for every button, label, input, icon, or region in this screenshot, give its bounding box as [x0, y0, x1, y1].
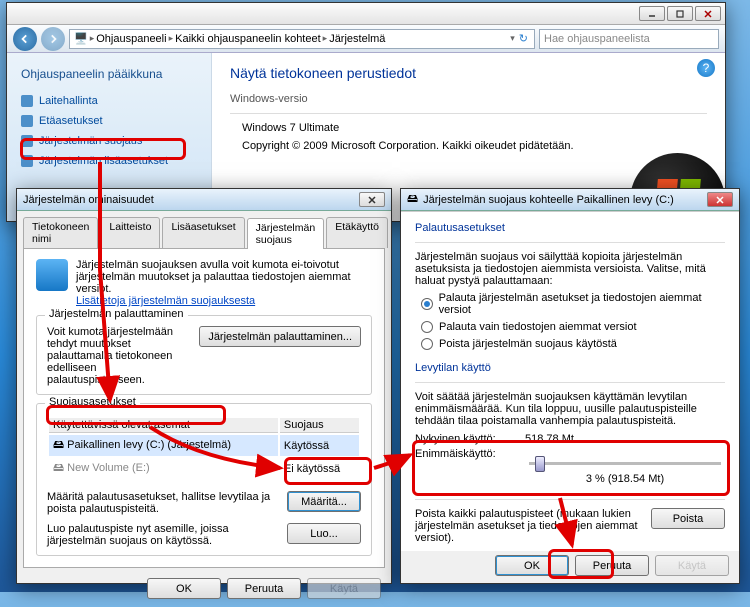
cancel-button[interactable]: Peruuta	[575, 555, 649, 576]
close-button[interactable]	[707, 192, 733, 207]
restore-icon	[36, 259, 68, 291]
dialog-title: Järjestelmän suojaus kohteelle Paikallin…	[423, 194, 702, 206]
breadcrumb[interactable]: 🖥️ ▸ Ohjauspaneeli ▸ Kaikki ohjauspaneel…	[69, 29, 535, 49]
radio-icon	[421, 338, 433, 350]
computer-icon: 🖥️	[74, 32, 88, 45]
dialog-body: Palautusasetukset Järjestelmän suojaus v…	[401, 211, 739, 551]
tab-content: Järjestelmän suojauksen avulla voit kumo…	[23, 248, 385, 568]
group-title: Suojausasetukset	[45, 396, 140, 408]
tab-computer-name[interactable]: Tietokoneen nimi	[23, 217, 98, 248]
dialog-titlebar: 🖴 Järjestelmän suojaus kohteelle Paikall…	[401, 189, 739, 211]
system-protection-dialog: 🖴 Järjestelmän suojaus kohteelle Paikall…	[400, 188, 740, 584]
window-titlebar	[7, 3, 725, 25]
col-drives: Käytettävissä olevat asemat	[49, 418, 278, 433]
sidebar-title: Ohjauspaneelin pääikkuna	[7, 63, 211, 91]
sidebar-item-advanced[interactable]: Järjestelmän lisäasetukset	[7, 151, 211, 171]
delete-text: Poista kaikki palautuspisteet (mukaan lu…	[415, 508, 643, 544]
max-usage-slider[interactable]	[529, 462, 721, 465]
shield-icon	[21, 155, 33, 167]
configure-button[interactable]: Määritä...	[287, 491, 361, 512]
dialog-buttons: OK Peruuta Käytä	[401, 551, 739, 584]
configure-text: Määritä palautusasetukset, hallitse levy…	[47, 491, 279, 515]
chevron-right-icon: ▸	[323, 33, 328, 44]
col-protection: Suojaus	[280, 418, 359, 433]
shield-icon	[21, 115, 33, 127]
crumb-item[interactable]: Ohjauspaneeli	[96, 33, 166, 45]
tab-hardware[interactable]: Laitteisto	[100, 217, 160, 248]
protection-description: Järjestelmän suojauksen avulla voit kumo…	[76, 259, 372, 295]
help-icon[interactable]: ?	[697, 59, 715, 77]
crumb-item[interactable]: Järjestelmä	[329, 33, 385, 45]
radio-restore-all[interactable]: Palauta järjestelmän asetukset ja tiedos…	[421, 292, 725, 316]
copyright-text: Copyright © 2009 Microsoft Corporation. …	[242, 140, 582, 152]
apply-button: Käytä	[655, 555, 729, 576]
sidebar-item-device-manager[interactable]: Laitehallinta	[7, 91, 211, 111]
page-title: Näytä tietokoneen perustiedot	[230, 65, 707, 81]
create-button[interactable]: Luo...	[287, 523, 361, 544]
back-button[interactable]	[13, 27, 37, 51]
dialog-titlebar: Järjestelmän ominaisuudet	[17, 189, 391, 211]
disk-description: Voit säätää järjestelmän suojauksen käyt…	[415, 391, 725, 427]
close-button[interactable]	[695, 6, 721, 21]
create-text: Luo palautuspiste nyt asemille, joissa j…	[47, 523, 279, 547]
nav-bar: 🖥️ ▸ Ohjauspaneeli ▸ Kaikki ohjauspaneel…	[7, 25, 725, 53]
drive-icon: 🖴	[407, 190, 418, 209]
shield-icon	[21, 135, 33, 147]
settings-description: Järjestelmän suojaus voi säilyttää kopio…	[415, 251, 725, 287]
system-restore-button[interactable]: Järjestelmän palauttaminen...	[199, 326, 361, 347]
delete-button[interactable]: Poista	[651, 508, 725, 529]
drives-table: Käytettävissä olevat asematSuojaus 🖴 Pai…	[47, 416, 361, 481]
tab-bar: Tietokoneen nimi Laitteisto Lisäasetukse…	[17, 211, 391, 248]
sidebar-item-system-protection[interactable]: Järjestelmän suojaus	[7, 131, 211, 151]
ok-button[interactable]: OK	[147, 578, 221, 599]
sidebar-item-remote[interactable]: Etäasetukset	[7, 111, 211, 131]
crumb-item[interactable]: Kaikki ohjauspaneelin kohteet	[175, 33, 321, 45]
group-title: Palautusasetukset	[415, 222, 725, 234]
minimize-button[interactable]	[639, 6, 665, 21]
restore-text: Voit kumota järjestelmään tehdyt muutoks…	[47, 326, 191, 386]
maximize-button[interactable]	[667, 6, 693, 21]
more-info-link[interactable]: Lisätietoja järjestelmän suojauksesta	[76, 295, 255, 307]
system-properties-dialog: Järjestelmän ominaisuudet Tietokoneen ni…	[16, 188, 392, 584]
edition-value: Windows 7 Ultimate	[242, 122, 707, 134]
close-button[interactable]	[359, 192, 385, 207]
restore-group: Järjestelmän palauttaminen Voit kumota j…	[36, 315, 372, 395]
protection-settings-group: Suojausasetukset Käytettävissä olevat as…	[36, 403, 372, 556]
tab-system-protection[interactable]: Järjestelmän suojaus	[247, 218, 325, 249]
dialog-title: Järjestelmän ominaisuudet	[23, 194, 354, 206]
refresh-icon[interactable]: ↻	[519, 32, 528, 45]
table-row[interactable]: 🖴 New Volume (E:)Ei käytössä	[49, 458, 359, 479]
radio-icon	[421, 298, 433, 310]
current-usage-value: 518.78 Mt	[525, 433, 574, 445]
slider-thumb[interactable]	[535, 456, 545, 472]
chevron-right-icon: ▸	[90, 33, 95, 44]
chevron-down-icon[interactable]: ▾	[510, 33, 515, 44]
table-row[interactable]: 🖴 Paikallinen levy (C:) (Järjestelmä)Käy…	[49, 435, 359, 456]
apply-button: Käytä	[307, 578, 381, 599]
current-usage-label: Nykyinen käyttö:	[415, 433, 515, 445]
shield-icon	[21, 95, 33, 107]
max-usage-value: 3 % (918.54 Mt)	[525, 473, 725, 485]
dialog-buttons: OK Peruuta Käytä	[17, 574, 391, 607]
ok-button[interactable]: OK	[495, 555, 569, 576]
radio-restore-files[interactable]: Palauta vain tiedostojen aiemmat versiot	[421, 321, 725, 333]
group-title: Levytilan käyttö	[415, 362, 725, 374]
radio-disable[interactable]: Poista järjestelmän suojaus käytöstä	[421, 338, 725, 350]
chevron-right-icon: ▸	[169, 33, 174, 44]
search-input[interactable]: Hae ohjauspaneelista	[539, 29, 719, 49]
max-usage-label: Enimmäiskäyttö:	[415, 448, 515, 491]
tab-advanced[interactable]: Lisäasetukset	[162, 217, 244, 248]
radio-icon	[421, 321, 433, 333]
tab-remote[interactable]: Etäkäyttö	[326, 217, 388, 248]
forward-button[interactable]	[41, 27, 65, 51]
cancel-button[interactable]: Peruuta	[227, 578, 301, 599]
group-title: Järjestelmän palauttaminen	[45, 308, 188, 320]
edition-label: Windows-versio	[230, 93, 707, 105]
